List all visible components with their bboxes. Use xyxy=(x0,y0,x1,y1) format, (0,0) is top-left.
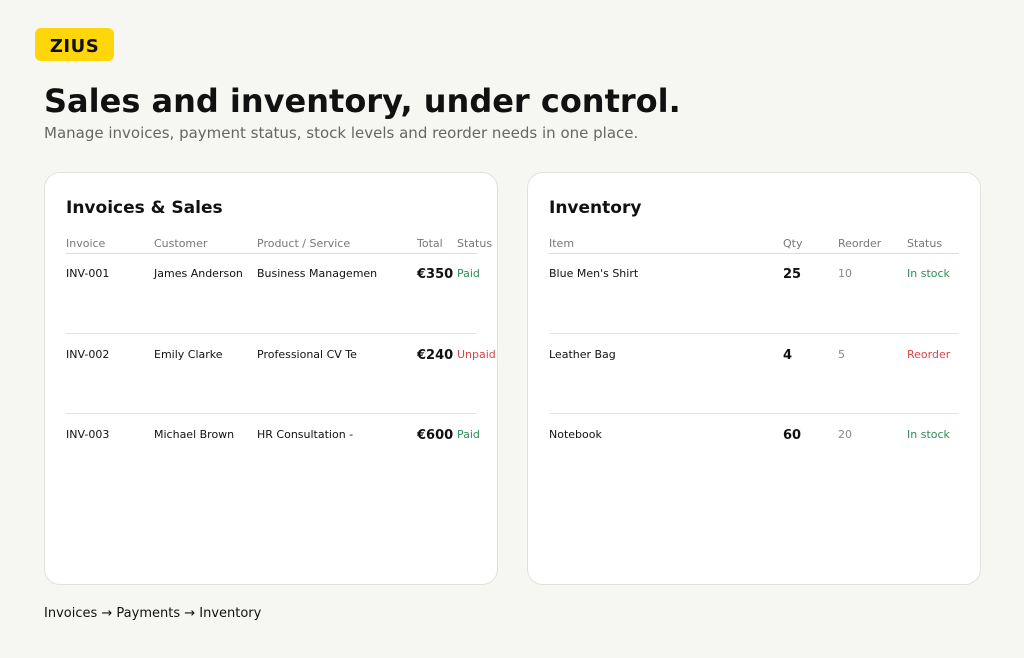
invoice-status-badge: Paid xyxy=(457,267,480,280)
column-header-total[interactable]: Total xyxy=(417,237,443,250)
item-name: Notebook xyxy=(549,428,602,441)
table-header-divider xyxy=(66,253,477,254)
item-qty: 25 xyxy=(783,267,802,282)
invoice-status-badge: Paid xyxy=(457,428,480,441)
column-header-item[interactable]: Item xyxy=(549,237,574,250)
column-header-customer[interactable]: Customer xyxy=(154,237,207,250)
item-qty: 60 xyxy=(783,428,802,443)
page-title: Sales and inventory, under control. xyxy=(44,82,681,120)
invoice-number: INV-003 xyxy=(66,428,110,441)
invoice-total: €240 xyxy=(417,348,454,363)
page-subtitle: Manage invoices, payment status, stock l… xyxy=(44,124,639,142)
invoice-product: HR Consultation - xyxy=(257,428,354,441)
stock-status-badge: In stock xyxy=(907,428,950,441)
item-reorder-level: 10 xyxy=(838,267,852,280)
invoice-product: Business Managemen xyxy=(257,267,378,280)
row-divider xyxy=(66,413,476,414)
column-header-reorder[interactable]: Reorder xyxy=(838,237,881,250)
invoice-customer: Emily Clarke xyxy=(154,348,223,361)
column-header-invoice[interactable]: Invoice xyxy=(66,237,105,250)
item-name: Blue Men's Shirt xyxy=(549,267,639,280)
item-reorder-level: 5 xyxy=(838,348,845,361)
stock-status-badge: In stock xyxy=(907,267,950,280)
row-divider xyxy=(66,333,476,334)
inventory-card: Inventory Item Qty Reorder Status Blue M… xyxy=(527,172,981,585)
row-divider xyxy=(549,333,959,334)
invoice-status-badge: Unpaid xyxy=(457,348,496,361)
table-header-divider xyxy=(549,253,959,254)
item-qty: 4 xyxy=(783,348,793,363)
workflow-footer: Invoices → Payments → Inventory xyxy=(44,606,262,621)
page: ZIUS Sales and inventory, under control.… xyxy=(0,0,1024,658)
invoice-customer: James Anderson xyxy=(154,267,243,280)
item-reorder-level: 20 xyxy=(838,428,852,441)
row-divider xyxy=(549,413,959,414)
inventory-card-title: Inventory xyxy=(549,198,642,218)
stock-status-badge: Reorder xyxy=(907,348,951,361)
invoice-product: Professional CV Te xyxy=(257,348,357,361)
invoices-card: Invoices & Sales Invoice Customer Produc… xyxy=(44,172,498,585)
invoice-customer: Michael Brown xyxy=(154,428,235,441)
invoice-number: INV-002 xyxy=(66,348,110,361)
item-name: Leather Bag xyxy=(549,348,616,361)
invoices-card-title: Invoices & Sales xyxy=(66,198,223,218)
invoice-total: €600 xyxy=(417,428,454,443)
column-header-product[interactable]: Product / Service xyxy=(257,237,350,250)
invoice-total: €350 xyxy=(417,267,454,282)
column-header-qty[interactable]: Qty xyxy=(783,237,802,250)
invoice-number: INV-001 xyxy=(66,267,110,280)
column-header-status[interactable]: Status xyxy=(907,237,942,250)
brand-logo[interactable]: ZIUS xyxy=(35,28,114,61)
column-header-status[interactable]: Status xyxy=(457,237,492,250)
